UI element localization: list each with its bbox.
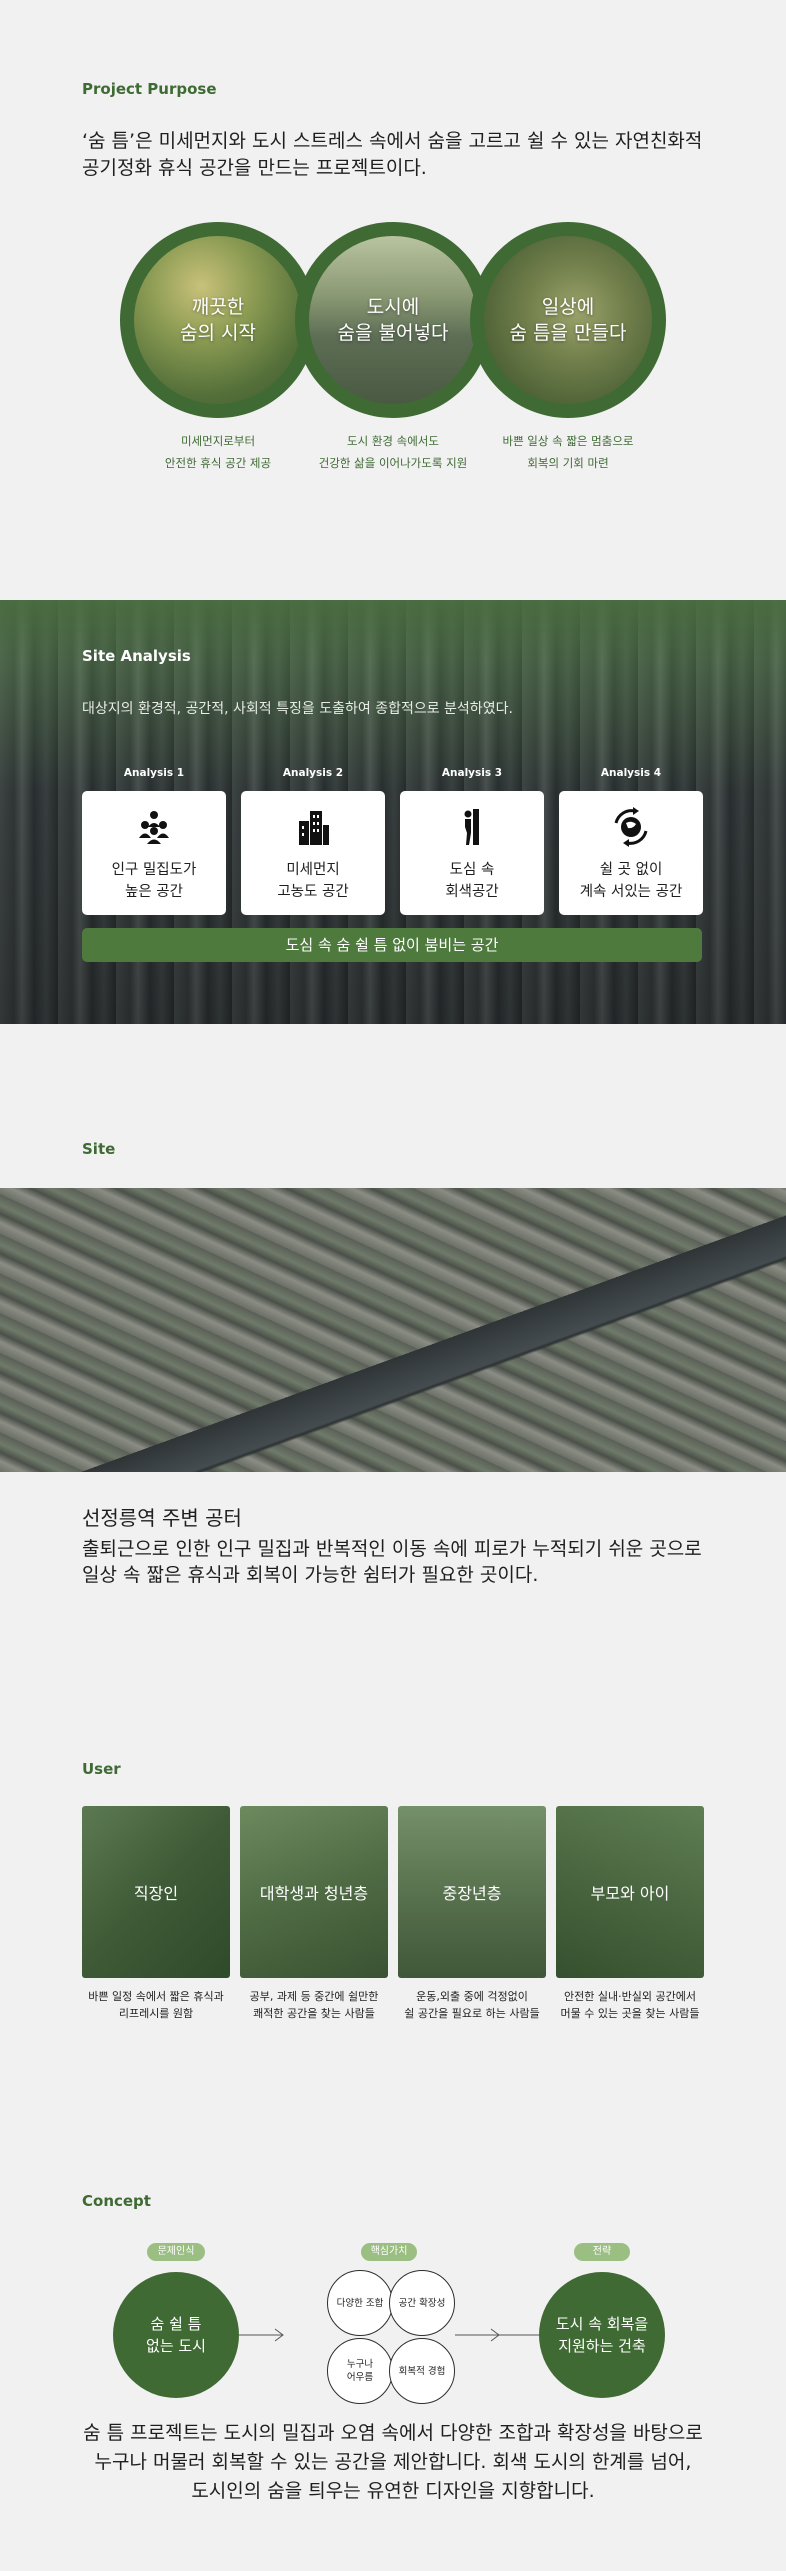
purpose-caption-2: 도시 환경 속에서도 건강한 삶을 이어나가도록 지원: [318, 434, 468, 470]
globe-arrows-icon: [614, 807, 648, 847]
purpose-photo-1: 깨끗한 숨의 시작: [134, 236, 302, 404]
concept-tag-value: 핵심가치: [361, 2243, 417, 2261]
purpose-caption-3: 바쁜 일상 속 짧은 멈춤으로 회복의 기회 마련: [502, 434, 634, 470]
analysis-card-4: 쉴 곳 없이 계속 서있는 공간: [559, 791, 703, 915]
user-card-middle-aged: 중장년층: [398, 1806, 546, 1978]
analysis-description: 대상지의 환경적, 공간적, 사회적 특징을 도출하여 종합적으로 분석하였다.: [82, 701, 513, 717]
purpose-text: ‘숨 틈’은 미세먼지와 도시 스트레스 속에서 숨을 고르고 쉴 수 있는 자…: [82, 130, 703, 179]
user-card-office-worker: 직장인: [82, 1806, 230, 1978]
analysis-summary-bar: 도심 속 숨 쉴 틈 없이 붐비는 공간: [82, 928, 702, 962]
concept-tag-problem: 문제인식: [147, 2243, 205, 2261]
analysis-card-label-1: Analysis 1: [123, 767, 185, 779]
analysis-card-text-3: 도심 속 회색공간: [445, 862, 499, 900]
purpose-circle-1: 깨끗한 숨의 시작: [120, 222, 316, 418]
concept-value-combination: 다양한 조합: [327, 2270, 393, 2336]
concept-value-inclusion: 누구나 어우름: [327, 2338, 393, 2404]
user-section-label: User: [82, 1760, 121, 1778]
concept-strategy-circle: 도시 속 회복을 지원하는 건축: [539, 2272, 665, 2398]
user-description-3: 운동,외출 중에 걱정없이 쉴 공간을 필요로 하는 사람들: [404, 1990, 540, 2020]
site-section-label: Site: [82, 1140, 116, 1158]
user-description-4: 안전한 실내·반실외 공간에서 머물 수 있는 곳을 찾는 사람들: [560, 1990, 700, 2020]
analysis-card-text-1: 인구 밀집도가 높은 공간: [111, 862, 197, 900]
person-wall-icon: [464, 809, 479, 845]
analysis-card-3: 도심 속 회색공간: [400, 791, 544, 915]
analysis-card-2: 미세먼지 고농도 공간: [241, 791, 385, 915]
purpose-circle-title-3: 일상에 숨 틈을 만들다: [509, 296, 627, 344]
user-title-2: 대학생과 청년층: [259, 1884, 369, 1903]
purpose-section-label: Project Purpose: [82, 80, 217, 98]
concept-description: 숨 틈 프로젝트는 도시의 밀집과 오염 속에서 다양한 조합과 확장성을 바탕…: [83, 2422, 703, 2502]
purpose-circle-title-2: 도시에 숨을 불어넣다: [337, 296, 449, 344]
concept-section-label: Concept: [82, 2192, 151, 2210]
analysis-card-text-4: 쉴 곳 없이 계속 서있는 공간: [579, 862, 683, 900]
analysis-card-text-2: 미세먼지 고농도 공간: [277, 862, 349, 900]
concept-value-recovery: 회복적 경험: [389, 2338, 455, 2404]
user-description-1: 바쁜 일정 속에서 짧은 휴식과 리프레시를 원함: [88, 1990, 224, 2020]
concept-connector-arrows: [239, 2328, 539, 2342]
purpose-circle-2: 도시에 숨을 불어넣다: [295, 222, 491, 418]
purpose-photo-3: 일상에 숨 틈을 만들다: [484, 236, 652, 404]
analysis-card-1: 인구 밀집도가 높은 공간: [82, 791, 226, 915]
analysis-card-label-2: Analysis 2: [282, 767, 344, 779]
people-group-icon: [139, 811, 169, 844]
user-card-students: 대학생과 청년층: [240, 1806, 388, 1978]
site-title: 선정릉역 주변 공터: [82, 1506, 242, 1530]
user-description-2: 공부, 과제 등 중간에 쉴만한 쾌적한 공간을 찾는 사람들: [249, 1990, 379, 2020]
user-title-3: 중장년층: [442, 1884, 502, 1903]
site-description: 출퇴근으로 인한 인구 밀집과 반복적인 이동 속에 피로가 누적되기 쉬운 곳…: [82, 1538, 702, 1586]
buildings-icon: [299, 811, 329, 845]
purpose-circle-3: 일상에 숨 틈을 만들다: [470, 222, 666, 418]
user-card-parents-children: 부모와 아이: [556, 1806, 704, 1978]
concept-tag-strategy: 전략: [574, 2243, 630, 2261]
user-title-1: 직장인: [133, 1884, 179, 1903]
analysis-section-label: Site Analysis: [82, 647, 191, 665]
concept-value-expansion: 공간 확장성: [389, 2270, 455, 2336]
site-aerial-photo: [0, 1188, 786, 1472]
analysis-card-label-3: Analysis 3: [441, 767, 503, 779]
user-title-4: 부모와 아이: [590, 1884, 670, 1903]
concept-problem-circle: 숨 쉴 틈 없는 도시: [113, 2272, 239, 2398]
purpose-circle-title-1: 깨끗한 숨의 시작: [180, 296, 256, 344]
analysis-card-label-4: Analysis 4: [600, 767, 662, 779]
purpose-photo-2: 도시에 숨을 불어넣다: [309, 236, 477, 404]
purpose-caption-1: 미세먼지로부터 안전한 휴식 공간 제공: [164, 434, 272, 470]
